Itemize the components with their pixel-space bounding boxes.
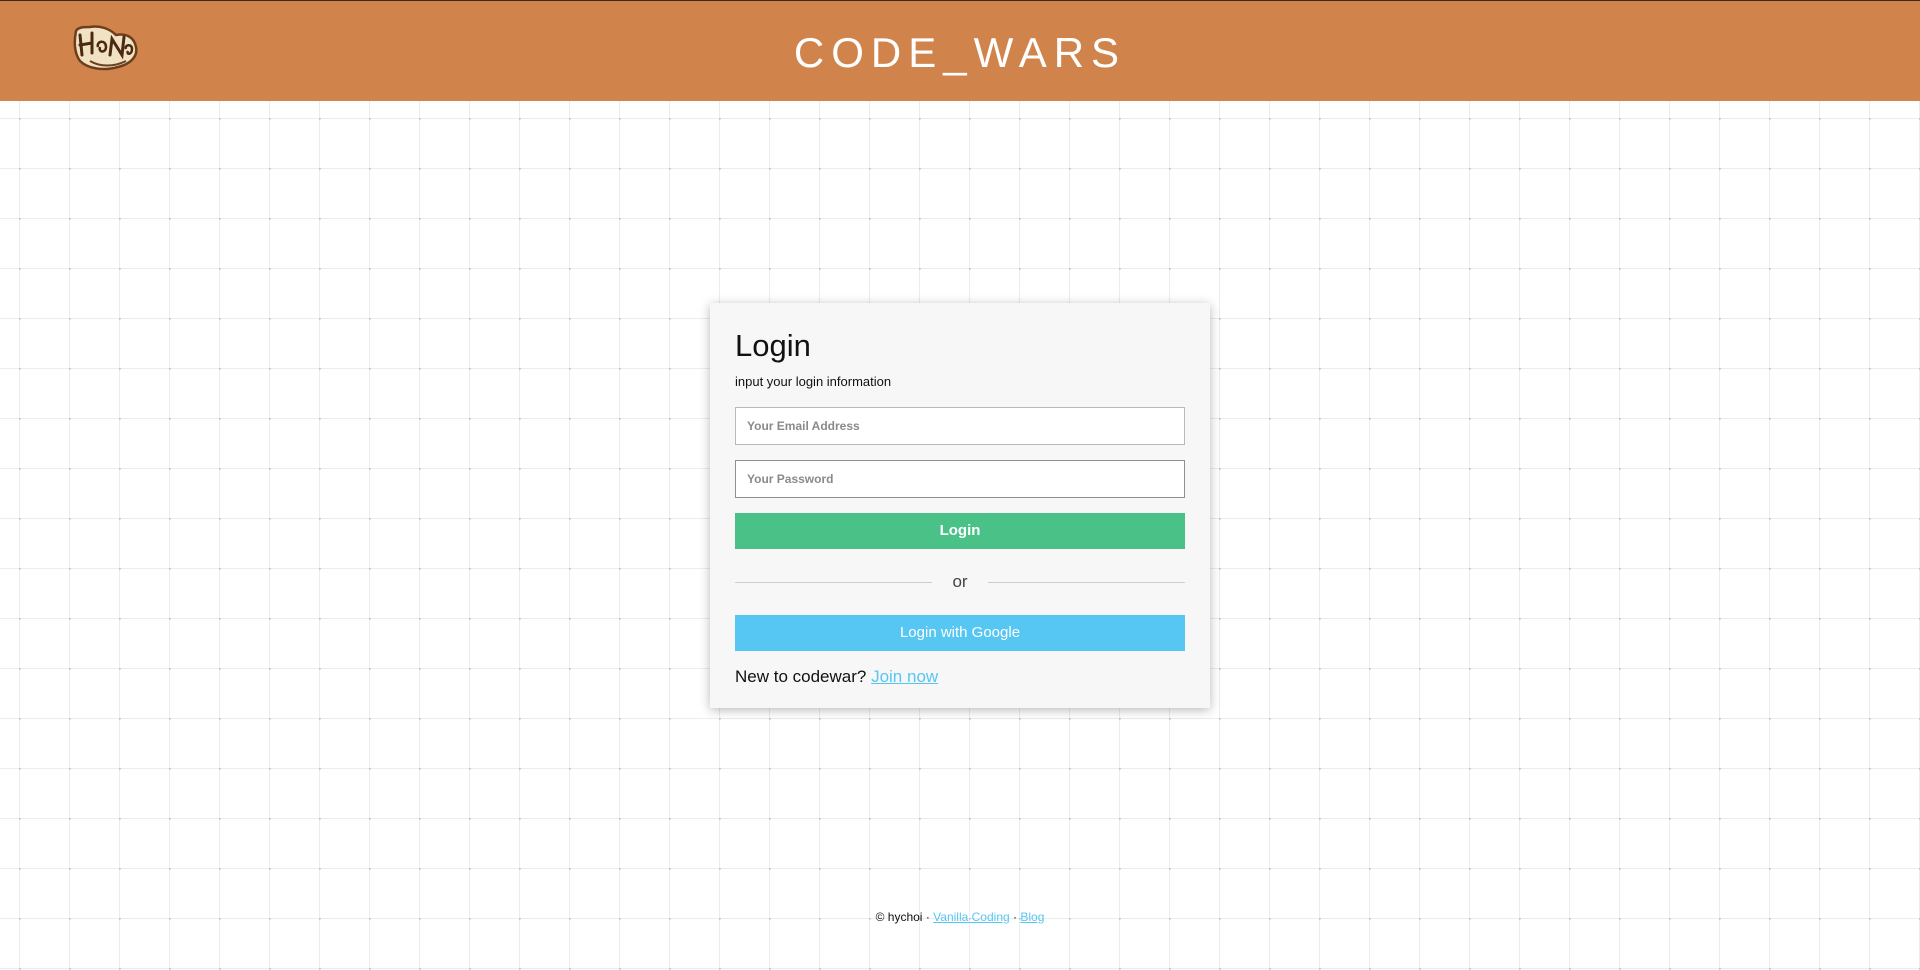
email-input[interactable] [735, 407, 1185, 445]
divider-line-right [988, 581, 1185, 583]
site-title: CODE_WARS [793, 29, 1127, 76]
footer-separator: · [1013, 910, 1018, 924]
login-subtitle: input your login information [735, 374, 892, 389]
login-card: Login input your login information Login… [710, 303, 1210, 708]
top-header: CODE_WARS [0, 0, 1920, 101]
login-button[interactable]: Login [735, 513, 1185, 549]
signup-prompt: New to codewar? [735, 667, 867, 686]
divider-text: or [952, 572, 968, 591]
password-input[interactable] [735, 460, 1185, 498]
join-now-link[interactable]: Join now [871, 667, 938, 686]
vanilla-coding-link[interactable]: Vanilla Coding [933, 910, 1010, 924]
divider-line-left [735, 581, 932, 583]
footer-separator: · [925, 910, 930, 924]
copyright-text: © hychoi [875, 910, 923, 924]
hanna-logo-icon[interactable] [70, 21, 140, 73]
or-divider: or [735, 549, 1185, 615]
login-title: Login [735, 328, 811, 363]
footer: © hychoi · Vanilla Coding · Blog [0, 910, 1920, 924]
google-login-button[interactable]: Login with Google [735, 615, 1185, 651]
blog-link[interactable]: Blog [1020, 910, 1044, 924]
signup-prompt-row: New to codewar? Join now [735, 667, 1185, 687]
